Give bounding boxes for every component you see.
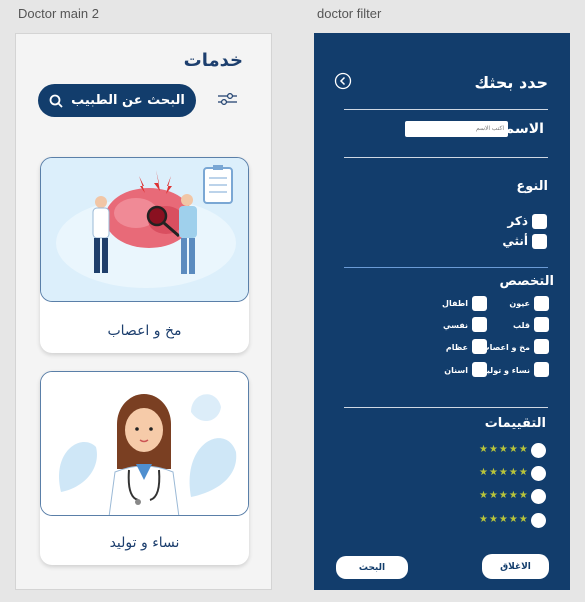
- specialty-neuro-label: مخ و اعصاب: [481, 343, 530, 352]
- gender-female-checkbox[interactable]: [532, 234, 547, 249]
- specialty-heart-checkbox[interactable]: [534, 317, 549, 332]
- specialty-psychiatry-label: نفسي: [443, 321, 468, 330]
- gender-heading: النوع: [516, 179, 548, 194]
- doctor-main-screen: خدمات البحث عن الطبيب مخ و اعصاب نساء و …: [15, 33, 272, 590]
- rating-stars-4: ★★★★★: [479, 514, 529, 525]
- specialty-gyn-checkbox[interactable]: [534, 362, 549, 377]
- specialty-heart-label: قلب: [513, 321, 530, 330]
- specialty-eyes-checkbox[interactable]: [534, 296, 549, 311]
- specialty-dental-checkbox[interactable]: [472, 362, 487, 377]
- search-icon: [49, 94, 63, 108]
- gender-male-checkbox[interactable]: [532, 214, 547, 229]
- doctor-filter-screen: حدد بحثك الاسم النوع ذكر أنثي التخصص عيو…: [314, 33, 570, 590]
- filter-sliders-icon[interactable]: [218, 92, 237, 106]
- search-doctor-button[interactable]: البحث عن الطبيب: [38, 84, 196, 117]
- rating-radio-1[interactable]: [531, 443, 546, 458]
- rating-stars-3: ★★★★★: [479, 490, 529, 501]
- specialty-neuro-checkbox[interactable]: [534, 339, 549, 354]
- card-caption-gynecology: نساء و توليد: [109, 535, 180, 551]
- card-caption-neurology: مخ و اعصاب: [107, 323, 182, 339]
- search-button-label: البحث: [358, 562, 386, 573]
- specialty-psychiatry-checkbox[interactable]: [472, 317, 487, 332]
- name-input[interactable]: [405, 121, 508, 137]
- filter-title: حدد بحثك: [474, 73, 548, 92]
- gender-female-label: أنثي: [502, 234, 528, 248]
- rating-radio-4[interactable]: [531, 513, 546, 528]
- specialty-dental-label: اسنان: [444, 366, 468, 375]
- specialty-ortho-checkbox[interactable]: [472, 339, 487, 354]
- service-card-gynecology[interactable]: نساء و توليد: [40, 371, 249, 565]
- search-button[interactable]: البحث: [336, 556, 408, 579]
- page-title: خدمات: [183, 50, 243, 71]
- specialty-children-checkbox[interactable]: [472, 296, 487, 311]
- chevron-left-circle-icon[interactable]: [334, 72, 352, 90]
- ratings-heading: التقييمات: [484, 416, 546, 431]
- close-button[interactable]: الاغلاق: [482, 554, 549, 579]
- close-button-label: الاغلاق: [500, 561, 531, 572]
- frame-label-filter: doctor filter: [317, 6, 382, 21]
- specialty-gyn-label: نساء و توليد: [482, 366, 530, 375]
- specialty-children-label: اطفال: [442, 299, 468, 308]
- specialty-ortho-label: عظام: [445, 343, 468, 352]
- divider: [344, 109, 548, 110]
- rating-stars-2: ★★★★★: [479, 467, 529, 478]
- gender-male-label: ذكر: [507, 214, 528, 228]
- rating-radio-3[interactable]: [531, 489, 546, 504]
- specialty-eyes-label: عيون: [509, 299, 530, 308]
- neurology-illustration: [40, 157, 249, 302]
- frame-label-main: Doctor main 2: [18, 6, 99, 21]
- gynecology-illustration: [40, 371, 249, 516]
- divider: [344, 407, 548, 408]
- divider: [344, 267, 548, 268]
- rating-stars-1: ★★★★★: [479, 444, 529, 455]
- service-card-neurology[interactable]: مخ و اعصاب: [40, 157, 249, 353]
- name-label: الاسم: [504, 121, 544, 137]
- divider: [344, 157, 548, 158]
- specialty-heading: التخصص: [499, 274, 554, 289]
- rating-radio-2[interactable]: [531, 466, 546, 481]
- search-button-label: البحث عن الطبيب: [71, 93, 185, 108]
